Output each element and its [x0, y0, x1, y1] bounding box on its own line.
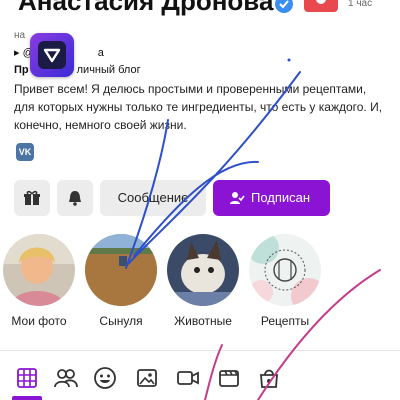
story-label: Сынуля — [99, 314, 143, 328]
story-thumbnail — [249, 234, 321, 306]
tab-grid[interactable] — [15, 366, 41, 392]
subscribed-label: Подписан — [251, 190, 311, 205]
profile-name: Анастасия Дронова — [18, 0, 274, 16]
profile-bio: Привет всем! Я делюсь простыми и провере… — [14, 82, 383, 132]
username-tail: а — [97, 47, 104, 59]
notifications-button[interactable] — [57, 180, 93, 216]
shop-icon — [260, 369, 278, 388]
message-button[interactable]: Сообщение — [100, 180, 206, 216]
tab-clips[interactable] — [217, 366, 243, 392]
story-thumbnail — [3, 234, 75, 306]
tab-divider — [0, 350, 400, 351]
story-recipes[interactable]: Рецепты — [248, 234, 322, 328]
bell-icon — [69, 191, 81, 206]
app-overlay-icon[interactable] — [30, 33, 74, 77]
video-icon — [177, 371, 199, 385]
face-icon — [94, 367, 116, 389]
story-my-photos[interactable]: Мои фото — [2, 234, 76, 328]
subscribed-button[interactable]: Подписан — [213, 180, 330, 216]
last-seen-time: 1 час — [348, 0, 373, 9]
story-label: Рецепты — [260, 314, 310, 328]
gift-icon — [24, 190, 40, 205]
verified-icon — [275, 0, 293, 13]
tab-videos[interactable] — [176, 366, 202, 392]
tab-face[interactable] — [93, 366, 119, 392]
story-thumbnail — [167, 234, 239, 306]
tagline-prefix: Пр — [14, 64, 29, 76]
tagline-rest: личный блог — [76, 64, 141, 76]
live-badge-icon[interactable] — [304, 0, 338, 12]
active-tab-indicator — [12, 396, 42, 400]
vk-link-icon[interactable]: VK — [16, 143, 34, 161]
user-check-icon — [230, 192, 245, 204]
clapper-icon — [219, 370, 239, 387]
image-icon — [137, 369, 157, 387]
story-son[interactable]: Сынуля — [84, 234, 158, 328]
story-animals[interactable]: Животные — [166, 234, 240, 328]
profile-subline: на — [14, 30, 26, 41]
tab-people[interactable] — [53, 366, 79, 392]
grid-icon — [17, 368, 37, 388]
tab-photos[interactable] — [135, 366, 161, 392]
story-thumbnail — [85, 234, 157, 306]
people-icon — [54, 369, 78, 388]
tab-shop[interactable] — [257, 366, 283, 392]
gift-button[interactable] — [14, 180, 50, 216]
story-label: Животные — [174, 314, 232, 328]
story-label: Мои фото — [11, 314, 67, 328]
